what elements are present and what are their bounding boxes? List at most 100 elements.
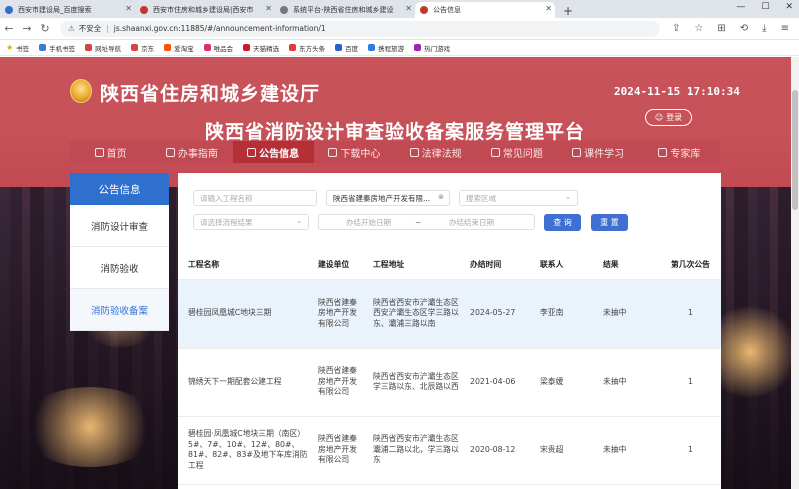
chevron-down-icon: ⌄: [296, 217, 302, 225]
bookmark-item[interactable]: 唯品会: [203, 43, 234, 53]
game-icon: [414, 44, 422, 51]
bookmark-item[interactable]: 天猫精选: [243, 43, 279, 53]
search-button[interactable]: 查 询: [544, 214, 581, 231]
sidebar-item-acceptance[interactable]: 消防验收: [70, 247, 169, 289]
nav-item-course[interactable]: 课件学习: [558, 141, 639, 163]
cell-result: 未抽中: [593, 348, 660, 417]
tab-close-icon[interactable]: ✕: [125, 4, 132, 13]
tab-favicon-icon: [280, 6, 288, 14]
bookmark-item[interactable]: ★ 书签: [6, 43, 29, 53]
url-text: js.shaanxi.gov.cn:11885/#/announcement-i…: [113, 24, 326, 33]
column-header: 办结时间: [460, 251, 530, 280]
forward-icon[interactable]: →: [18, 22, 36, 35]
baidu-icon: [335, 44, 343, 51]
table-row[interactable]: 碧桂园·凤凰城C地块三期（南区）5#、7#、10#、12#、80#、81#、82…: [178, 416, 721, 485]
nav-item-law[interactable]: 法律法规: [395, 141, 476, 163]
bookmarks-bar: ★ 书签 手机书签 网址导航 京东 爱淘宝 唯品会 天猫精选 东方头条 百度 携程…: [0, 40, 799, 56]
bookmark-item[interactable]: 京东: [131, 43, 154, 53]
bookmark-item[interactable]: 网址导航: [85, 43, 121, 53]
login-label: 登录: [666, 113, 683, 122]
tab-label: 公告信息: [433, 6, 461, 14]
reload-icon[interactable]: ↻: [36, 22, 54, 35]
share-icon[interactable]: ⇪: [672, 23, 680, 34]
cell-unit: 陕西省建秦房地产开发有限公司: [308, 416, 363, 485]
bookmark-item[interactable]: 携程旅游: [368, 43, 404, 53]
url-field[interactable]: ⚠ 不安全 | js.shaanxi.gov.cn:11885/#/announ…: [60, 20, 660, 37]
browser-tab-active[interactable]: 公告信息 ✕: [415, 2, 555, 18]
light-glow: [20, 387, 160, 467]
cell-contact: 梁泰媛: [530, 348, 593, 417]
browser-tab[interactable]: 西安市建设局_百度搜索 ✕: [0, 2, 135, 18]
current-datetime: 2024-11-15 17:10:34: [614, 85, 740, 98]
bookmark-item[interactable]: 热门游戏: [414, 43, 450, 53]
bookmark-star-icon[interactable]: ☆: [694, 23, 703, 34]
cell-result: 未抽中: [593, 416, 660, 485]
cell-unit: 陕西省建秦房地产开发有限公司: [308, 348, 363, 417]
nav-label: 专家库: [670, 148, 701, 160]
column-header: 结果: [593, 251, 660, 280]
nav-label: 公告信息: [259, 148, 300, 160]
home-icon: [94, 147, 104, 157]
sidebar-item-design-review[interactable]: 消防设计审查: [70, 205, 169, 247]
nav-item-expert[interactable]: 专家库: [639, 141, 720, 163]
bookmark-label: 唯品会: [213, 44, 234, 53]
taobao-icon: [164, 44, 172, 51]
browser-tab[interactable]: 系统平台-陕西省住房和城乡建设 ✕: [275, 2, 415, 18]
menu-icon[interactable]: ≡: [781, 23, 789, 34]
tab-close-icon[interactable]: ✕: [545, 4, 552, 13]
back-icon[interactable]: ←: [0, 22, 18, 35]
question-icon: [490, 147, 500, 157]
main-nav: 首页 办事指南 公告信息 下载中心 法律法规 常见问题 课件学习 专家库: [70, 141, 720, 163]
clear-icon[interactable]: ⊗: [438, 193, 444, 201]
refresh-alt-icon[interactable]: ⟲: [740, 23, 748, 34]
nav-item-notice[interactable]: 公告信息: [232, 141, 314, 163]
scrollbar-thumb[interactable]: [792, 90, 798, 210]
nav-item-faq[interactable]: 常见问题: [476, 141, 557, 163]
bookmark-label: 百度: [345, 44, 359, 53]
bookmark-label: 天猫精选: [253, 44, 280, 53]
bookmark-label: 热门游戏: [424, 44, 451, 53]
expert-icon: [658, 147, 668, 157]
collections-icon[interactable]: ⊞: [717, 23, 725, 34]
table-row[interactable]: 碧桂园凤凰城C地块三期 陕西省建秦房地产开发有限公司 陕西省西安市浐灞生态区西安…: [178, 279, 721, 349]
cell-date: 2024-05-27: [460, 279, 530, 349]
tab-label: 西安市住房和城乡建设局|西安市: [153, 6, 254, 14]
cell-times: 1: [660, 416, 721, 485]
bookmark-item[interactable]: 百度: [335, 43, 358, 53]
nav-label: 课件学习: [584, 148, 625, 160]
bookmark-label: 手机书签: [49, 44, 76, 53]
date-range-picker[interactable]: 办结开始日期 ~ 办结结束日期: [318, 214, 535, 230]
nav-item-download[interactable]: 下载中心: [314, 141, 395, 163]
tab-close-icon[interactable]: ✕: [265, 4, 272, 13]
maximize-icon[interactable]: ☐: [761, 2, 769, 12]
guide-icon: [165, 147, 175, 157]
cell-address: 陕西省西安市浐灞生态区灞浦二路以北，学三路以东: [363, 416, 460, 485]
region-select[interactable]: 搜索区域 ⌄: [459, 190, 578, 206]
table-row[interactable]: 锦绣天下一期配套公建工程 陕西省建秦房地产开发有限公司 陕西省西安市浐灞生态区学…: [178, 348, 721, 417]
phone-icon: [39, 44, 47, 51]
window-controls: — ☐ ✕: [736, 2, 793, 12]
nav-item-guide[interactable]: 办事指南: [151, 141, 232, 163]
new-tab-icon[interactable]: +: [555, 4, 581, 18]
bookmark-item[interactable]: 手机书签: [39, 43, 75, 53]
bookmark-item[interactable]: 东方头条: [289, 43, 325, 53]
minimize-icon[interactable]: —: [736, 2, 745, 12]
result-select[interactable]: 请选择流程结果 ⌄: [193, 214, 309, 230]
cell-times: 1: [660, 348, 721, 417]
tab-close-icon[interactable]: ✕: [405, 4, 412, 13]
placeholder-text: 请输入工程名称: [200, 193, 253, 203]
download-tool-icon[interactable]: ⤓: [762, 23, 766, 34]
window-close-icon[interactable]: ✕: [785, 2, 793, 12]
tab-label: 西安市建设局_百度搜索: [18, 6, 92, 14]
bookmark-item[interactable]: 爱淘宝: [164, 43, 194, 53]
construction-unit-select[interactable]: 陕西省建秦房地产开发有限... ⊗: [326, 190, 450, 206]
browser-tab[interactable]: 西安市住房和城乡建设局|西安市 ✕: [135, 2, 275, 18]
project-name-input[interactable]: 请输入工程名称: [193, 190, 317, 206]
nav-item-home[interactable]: 首页: [70, 141, 151, 163]
cell-date: 2020-08-12: [460, 416, 530, 485]
filter-area: 请输入工程名称 陕西省建秦房地产开发有限... ⊗ 搜索区域 ⌄ 请选择流程结果 ⌄ …: [178, 173, 721, 243]
tmall-icon: [243, 44, 251, 51]
login-button[interactable]: ☺ 登录: [645, 109, 692, 126]
reset-button[interactable]: 重 置: [591, 214, 628, 231]
sidebar-item-acceptance-filing[interactable]: 消防验收备案: [70, 289, 169, 331]
